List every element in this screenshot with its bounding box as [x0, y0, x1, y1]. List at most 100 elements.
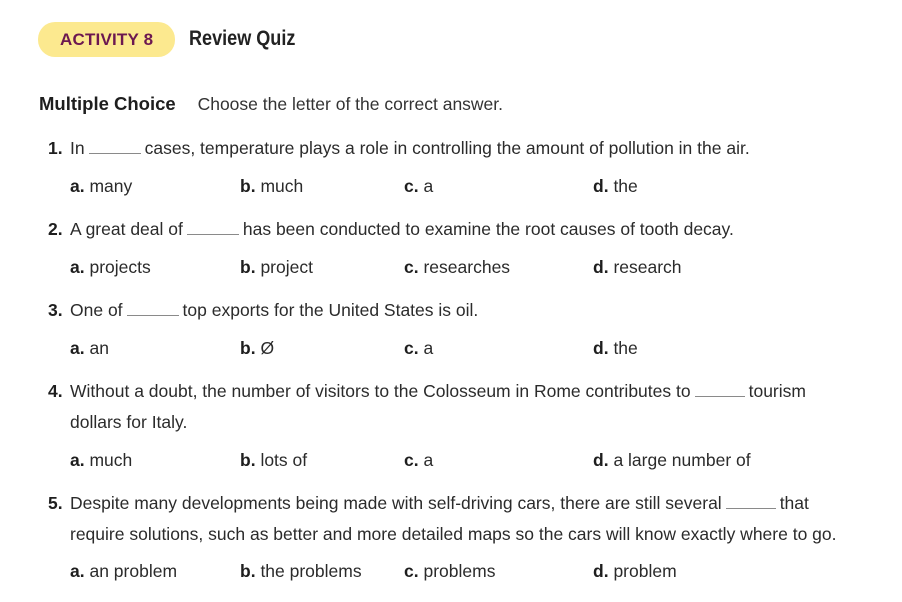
option-text: Ø: [260, 338, 275, 358]
option-letter: c.: [404, 257, 419, 277]
option-b: b. lots of: [240, 448, 307, 472]
option-text: much: [89, 450, 133, 470]
option-text: researches: [423, 257, 511, 277]
option-letter: d.: [593, 561, 609, 581]
question-text: A great deal of has been conducted to exa…: [70, 217, 734, 241]
continuation-text: dollars for Italy.: [70, 412, 188, 432]
activity-header: ACTIVITY 8 Review Quiz: [38, 21, 313, 57]
question-stem: 5. Despite many developments being made …: [48, 491, 888, 522]
option-letter: b.: [240, 561, 256, 581]
option-d: d. the: [593, 174, 638, 198]
instructions-text: Choose the letter of the correct answer.: [197, 94, 504, 114]
option-text: lots of: [260, 450, 308, 470]
question-1: 1. In cases, temperature plays a role in …: [48, 136, 888, 196]
option-text: an: [89, 338, 109, 358]
option-d: d. a large number of: [593, 448, 751, 472]
option-b: b. much: [240, 174, 303, 198]
question-stem: 1. In cases, temperature plays a role in …: [48, 136, 888, 167]
question-number: 4.: [48, 381, 63, 401]
option-letter: d.: [593, 338, 609, 358]
option-letter: c.: [404, 561, 419, 581]
instructions: Multiple Choice Choose the letter of the…: [39, 93, 503, 115]
option-text: the: [613, 176, 638, 196]
question-text: Without a doubt, the number of visitors …: [70, 379, 806, 403]
option-a: a. an: [70, 336, 109, 360]
option-d: d. research: [593, 255, 682, 279]
stem-after: that: [779, 493, 809, 513]
option-letter: a.: [70, 257, 85, 277]
option-c: c. a: [404, 448, 433, 472]
option-text: many: [89, 176, 133, 196]
question-text: In cases, temperature plays a role in con…: [70, 136, 750, 160]
option-letter: b.: [240, 257, 256, 277]
section-label: Multiple Choice: [39, 93, 176, 114]
stem-after: tourism: [748, 381, 806, 401]
option-letter: a.: [70, 176, 85, 196]
continuation-text: require solutions, such as better and mo…: [70, 524, 837, 544]
question-5: 5. Despite many developments being made …: [48, 491, 888, 581]
question-4: 4. Without a doubt, the number of visito…: [48, 379, 888, 470]
question-text: Despite many developments being made wit…: [70, 491, 809, 515]
stem-after: top exports for the United States is oil…: [182, 300, 479, 320]
question-2: 2. A great deal of has been conducted to …: [48, 217, 888, 277]
answer-blank: [186, 220, 239, 235]
stem-before: Despite many developments being made wit…: [70, 493, 722, 513]
question-number: 2.: [48, 219, 63, 239]
option-text: the problems: [260, 561, 362, 581]
option-b: b. Ø: [240, 336, 274, 360]
option-text: problem: [613, 561, 677, 581]
answer-blank: [126, 301, 179, 316]
question-continuation: dollars for Italy.: [48, 410, 888, 441]
option-b: b. project: [240, 255, 313, 279]
stem-after: cases, temperature plays a role in contr…: [144, 138, 750, 158]
option-text: the: [613, 338, 638, 358]
option-letter: a.: [70, 561, 85, 581]
option-text: problems: [423, 561, 496, 581]
answer-blank: [694, 382, 745, 397]
question-number: 1.: [48, 138, 63, 158]
option-a: a. many: [70, 174, 132, 198]
option-letter: c.: [404, 338, 419, 358]
question-text: One of top exports for the United States …: [70, 298, 478, 322]
question-3: 3. One of top exports for the United Stat…: [48, 298, 888, 358]
option-c: c. researches: [404, 255, 510, 279]
question-stem: 2. A great deal of has been conducted to …: [48, 217, 888, 248]
option-c: c. problems: [404, 559, 495, 583]
option-a: a. projects: [70, 255, 151, 279]
option-a: a. much: [70, 448, 132, 472]
option-a: a. an problem: [70, 559, 177, 583]
option-text: research: [613, 257, 682, 277]
option-text: a: [423, 338, 434, 358]
question-stem: 3. One of top exports for the United Stat…: [48, 298, 888, 329]
quiz-title: Review Quiz: [189, 27, 296, 50]
option-d: d. the: [593, 336, 638, 360]
activity-badge: ACTIVITY 8: [38, 21, 176, 57]
option-text: much: [260, 176, 304, 196]
stem-before: A great deal of: [70, 219, 183, 239]
option-letter: c.: [404, 450, 419, 470]
option-letter: c.: [404, 176, 419, 196]
option-d: d. problem: [593, 559, 677, 583]
stem-after: has been conducted to examine the root c…: [242, 219, 734, 239]
option-c: c. a: [404, 336, 433, 360]
question-stem: 4. Without a doubt, the number of visito…: [48, 379, 888, 410]
option-letter: b.: [240, 176, 256, 196]
option-text: projects: [89, 257, 151, 277]
question-number: 3.: [48, 300, 63, 320]
question-continuation: require solutions, such as better and mo…: [48, 522, 888, 553]
stem-before: In: [70, 138, 85, 158]
option-text: a large number of: [613, 450, 751, 470]
question-number: 5.: [48, 493, 63, 513]
option-letter: b.: [240, 338, 256, 358]
option-text: a: [423, 176, 434, 196]
stem-before: Without a doubt, the number of visitors …: [70, 381, 691, 401]
answer-blank: [88, 139, 141, 154]
option-letter: d.: [593, 176, 609, 196]
option-text: a: [423, 450, 434, 470]
option-c: c. a: [404, 174, 433, 198]
option-b: b. the problems: [240, 559, 362, 583]
option-letter: a.: [70, 450, 85, 470]
option-letter: d.: [593, 450, 609, 470]
option-letter: a.: [70, 338, 85, 358]
option-text: project: [260, 257, 313, 277]
